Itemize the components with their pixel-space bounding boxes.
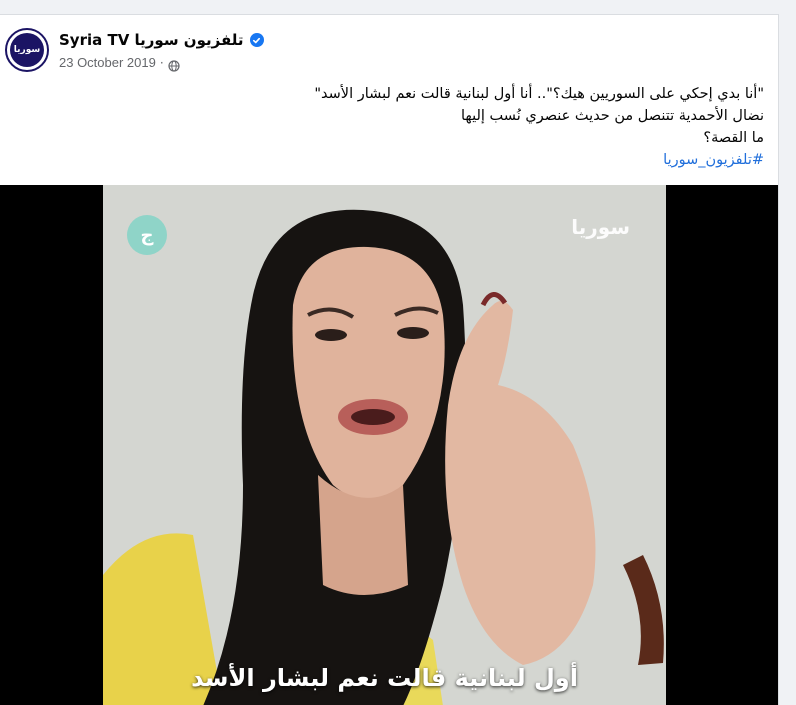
post-card: سوريا Syria TV تلفزيون سوريا 23 October … (0, 14, 779, 705)
verified-badge-icon (249, 33, 264, 47)
corner-badge-icon: ج (127, 215, 167, 255)
video-subtitle: أول لبنانية قالت نعم لبشار الأسد (191, 664, 578, 692)
post-header: Syria TV تلفزيون سوريا (59, 31, 264, 49)
post-line-statement: نضال الأحمدية تتنصل من حديث عنصري نُسب إ… (461, 108, 764, 124)
video-frame[interactable]: ج سوريا أول لبنانية قالت نعم لبشار الأسد (103, 185, 666, 705)
video-still-image (103, 185, 666, 705)
hashtag-link[interactable]: #تلفزيون_سوريا (24, 149, 764, 171)
post-meta: 23 October 2019 · (59, 55, 180, 72)
video-player[interactable]: ج سوريا أول لبنانية قالت نعم لبشار الأسد (0, 185, 778, 705)
page-name-link[interactable]: Syria TV تلفزيون سوريا (59, 31, 244, 49)
post-timestamp-link[interactable]: 23 October 2019 (59, 55, 156, 70)
post-line-question: ما القصة؟ (703, 130, 764, 146)
scrollbar-track[interactable] (779, 0, 796, 705)
page-avatar[interactable]: سوريا (5, 28, 49, 72)
post-line-quote: "أنا بدي إحكي على السوريين هيك؟".. أنا أ… (314, 86, 764, 102)
globe-icon[interactable] (168, 57, 180, 72)
syria-tv-logo-icon: سوريا (10, 33, 44, 67)
facebook-page: سوريا Syria TV تلفزيون سوريا 23 October … (0, 0, 796, 705)
meta-separator: · (159, 55, 164, 70)
channel-watermark: سوريا (571, 215, 631, 239)
post-message: "أنا بدي إحكي على السوريين هيك؟".. أنا أ… (24, 83, 764, 171)
